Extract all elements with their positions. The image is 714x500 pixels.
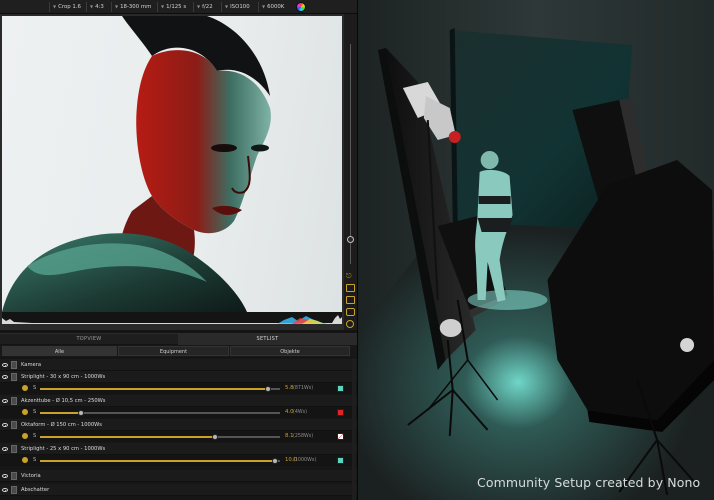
- power-slider[interactable]: [40, 409, 280, 416]
- visibility-eye-icon[interactable]: [2, 399, 8, 403]
- striplight-thumbnail-icon: [11, 445, 17, 453]
- power-slider[interactable]: [40, 385, 280, 392]
- panel-tabs: TOPVIEW SETLIST: [0, 333, 357, 345]
- light-color-swatch[interactable]: [337, 409, 344, 416]
- histogram: [2, 312, 342, 324]
- power-slider-knob[interactable]: [272, 457, 279, 464]
- visibility-eye-icon[interactable]: [2, 474, 8, 478]
- setlist-item-flag[interactable]: Abschatter: [0, 484, 357, 496]
- white-balance-dropdown[interactable]: ▼ 6000K: [262, 2, 284, 12]
- lens-dropdown[interactable]: ▼ 18-300 mm: [115, 2, 151, 12]
- setlist-item-striplight-2[interactable]: Striplight - 25 x 90 cm - 1000Ws: [0, 443, 357, 455]
- lightbulb-icon[interactable]: [22, 409, 28, 415]
- setlist-scrollbar[interactable]: [352, 358, 356, 500]
- color-wheel-icon[interactable]: [296, 2, 306, 12]
- visibility-eye-icon[interactable]: [2, 488, 8, 492]
- setlist-item-accent-tube[interactable]: Akzenttube - Ø 10,5 cm - 250Ws: [0, 395, 357, 407]
- toolbar-separator: [193, 2, 194, 12]
- chevron-down-icon: ▼: [262, 4, 266, 9]
- lock-icon[interactable]: ⎋: [346, 272, 355, 280]
- toolbar-separator: [221, 2, 222, 12]
- filter-all-button[interactable]: Alle: [2, 346, 117, 356]
- preview-photo: [2, 16, 342, 312]
- power-slider-fill: [40, 412, 81, 414]
- visibility-eye-icon[interactable]: [2, 375, 8, 379]
- aperture-dropdown[interactable]: ▼ f/22: [197, 2, 213, 12]
- histogram-graph: [2, 315, 342, 324]
- striplight-thumbnail-icon: [11, 373, 17, 381]
- chevron-down-icon: ▼: [197, 4, 201, 9]
- power-control: S 4.0 (4Ws): [0, 407, 357, 418]
- filter-equipment-button[interactable]: Equipment: [118, 346, 229, 356]
- toolbar-separator: [86, 2, 87, 12]
- power-slider[interactable]: [40, 457, 280, 464]
- light-color-swatch[interactable]: [337, 433, 344, 440]
- iso-dropdown[interactable]: ▼ ISO100: [225, 2, 250, 12]
- aspect-icon[interactable]: [346, 308, 355, 316]
- toolbar-separator: [157, 2, 158, 12]
- crop-dropdown[interactable]: ▼ Crop 1.6: [53, 2, 81, 12]
- model-thumbnail-icon: [11, 472, 17, 480]
- frame-icon[interactable]: [346, 296, 355, 304]
- lightbulb-icon[interactable]: [22, 433, 28, 439]
- setlist-item-octabox[interactable]: Oktaform - Ø 150 cm - 1000Ws: [0, 419, 357, 431]
- camera-thumbnail-icon: [11, 361, 17, 369]
- toolbar-separator: [49, 2, 50, 12]
- chevron-down-icon: ▼: [53, 4, 57, 9]
- power-slider-fill: [40, 436, 216, 438]
- lightbulb-icon[interactable]: [22, 457, 28, 463]
- preview-side-toolbar: ⎋: [344, 14, 357, 330]
- flag-thumbnail-icon: [11, 486, 17, 494]
- setlist-item-striplight-1[interactable]: Striplight - 30 x 90 cm - 1000Ws: [0, 371, 357, 383]
- setlist-item-model[interactable]: Victoria: [0, 470, 357, 482]
- setlist-panel: Kamera Striplight - 30 x 90 cm - 1000Ws …: [0, 358, 357, 500]
- focus-icon[interactable]: [346, 320, 354, 328]
- shutter-dropdown[interactable]: ▼ 1/125 s: [161, 2, 186, 12]
- lightbulb-icon[interactable]: [22, 385, 28, 391]
- power-slider-knob[interactable]: [77, 409, 84, 416]
- chevron-down-icon: ▼: [90, 4, 94, 9]
- power-slider-fill: [40, 388, 268, 390]
- power-slider-knob[interactable]: [265, 385, 271, 392]
- light-color-swatch[interactable]: [337, 385, 344, 392]
- tab-setlist[interactable]: SETLIST: [178, 334, 357, 345]
- power-control: S 5.8 (871Ws): [0, 383, 357, 394]
- zoom-slider-knob[interactable]: [347, 236, 354, 243]
- grid-icon[interactable]: [346, 284, 355, 292]
- accent-tube-thumbnail-icon: [11, 397, 17, 405]
- visibility-eye-icon[interactable]: [2, 363, 8, 367]
- portrait-render: [2, 16, 271, 312]
- power-slider[interactable]: [40, 433, 280, 440]
- power-control: S 10.0 (1000Ws): [0, 455, 357, 466]
- visibility-eye-icon[interactable]: [2, 447, 8, 451]
- visibility-eye-icon[interactable]: [2, 423, 8, 427]
- toolbar-separator: [111, 2, 112, 12]
- tab-topview[interactable]: TOPVIEW: [0, 334, 178, 345]
- light-color-swatch[interactable]: [337, 457, 344, 464]
- power-control: S 8.1 (258Ws): [0, 431, 357, 442]
- filter-objects-button[interactable]: Objekte: [230, 346, 350, 356]
- studio-scene: [358, 0, 714, 500]
- chevron-down-icon: ▼: [115, 4, 119, 9]
- chevron-down-icon: ▼: [161, 4, 165, 9]
- setlist-item-camera[interactable]: Kamera: [0, 359, 357, 371]
- 3d-setup-view[interactable]: [357, 0, 714, 500]
- chevron-down-icon: ▼: [225, 4, 229, 9]
- setlist-filters: Alle Equipment Objekte: [0, 345, 357, 357]
- power-slider-fill: [40, 460, 276, 462]
- camera-preview: [0, 14, 344, 330]
- toolbar-separator: [258, 2, 259, 12]
- community-credit: Community Setup created by Nono: [477, 475, 701, 490]
- camera-toolbar: ▼ Crop 1.6 ▼ 4:3 ▼ 18-300 mm ▼ 1/125 s ▼…: [0, 0, 357, 14]
- zoom-slider-track[interactable]: [350, 44, 351, 264]
- octabox-thumbnail-icon: [11, 421, 17, 429]
- power-slider-knob[interactable]: [212, 433, 219, 440]
- aspect-dropdown[interactable]: ▼ 4:3: [90, 2, 104, 12]
